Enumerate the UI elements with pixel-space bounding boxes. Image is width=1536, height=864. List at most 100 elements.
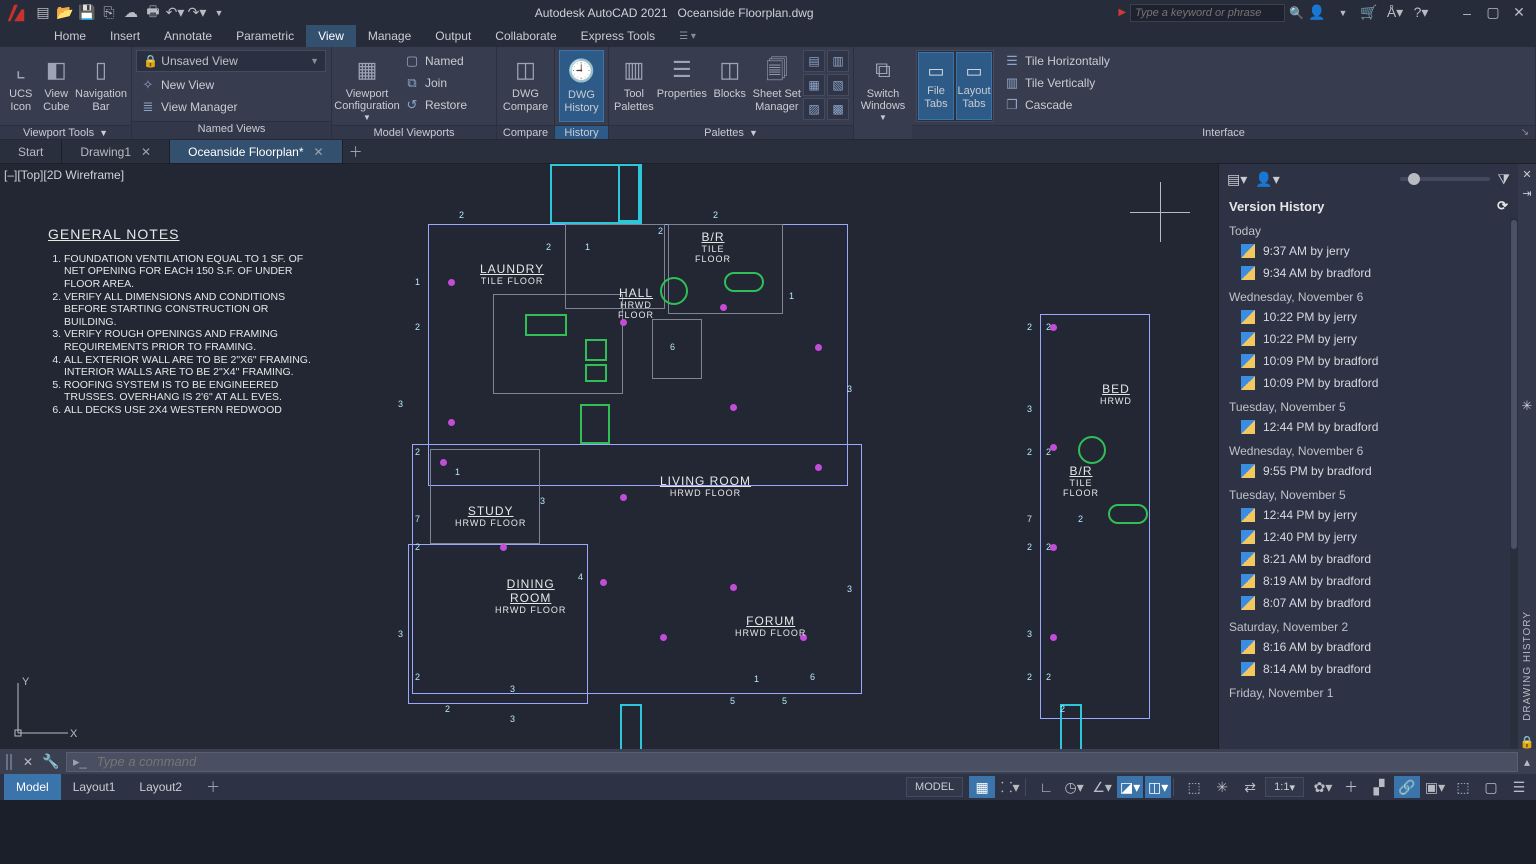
dwg-compare-button[interactable]: ◫DWG Compare <box>501 50 550 122</box>
gear-icon[interactable]: ✿▾ <box>1310 776 1336 798</box>
switch-windows-button[interactable]: ⧉Switch Windows▼ <box>858 50 908 122</box>
ucs-icon-button[interactable]: ⌞UCS Icon <box>4 50 38 122</box>
annotation-scale-button[interactable]: 1:1 ▾ <box>1265 777 1304 797</box>
zoom-slider[interactable] <box>1400 177 1490 181</box>
tile-horizontally-button[interactable]: ☰Tile Horizontally <box>1000 50 1114 72</box>
doctab-start[interactable]: Start <box>0 140 62 163</box>
clean-screen-icon[interactable]: ▢ <box>1478 776 1504 798</box>
menu-view[interactable]: View <box>306 25 356 47</box>
history-item[interactable]: 9:37 AM by jerry <box>1219 240 1510 262</box>
panel-lock-icon[interactable]: 🔒 <box>1520 735 1535 749</box>
palette-mini-5[interactable]: ▨ <box>803 98 825 120</box>
history-item[interactable]: 10:09 PM by bradford <box>1219 350 1510 372</box>
minimize-button[interactable]: – <box>1458 4 1476 22</box>
history-item[interactable]: 8:19 AM by bradford <box>1219 570 1510 592</box>
viewport-configuration-button[interactable]: ▦Viewport Configuration▼ <box>336 50 398 122</box>
navigation-bar-button[interactable]: ▯Navigation Bar <box>75 50 127 122</box>
palette-mini-2[interactable]: ▥ <box>827 50 849 72</box>
restore-button-ribbon[interactable]: ↺Restore <box>400 94 471 116</box>
search-icon[interactable]: 🔍 <box>1289 6 1304 20</box>
command-close-icon[interactable]: ✕ <box>20 755 36 769</box>
drag-handle-icon[interactable] <box>6 754 14 770</box>
lineweight-icon[interactable]: ⬚ <box>1181 776 1207 798</box>
menu-collaborate[interactable]: Collaborate <box>483 25 568 47</box>
menu-insert[interactable]: Insert <box>98 25 152 47</box>
undo-icon[interactable]: ↶▾ <box>164 2 186 24</box>
close-icon[interactable]: ✕ <box>141 145 151 159</box>
history-item[interactable]: 12:44 PM by jerry <box>1219 504 1510 526</box>
panel-vertical-tab[interactable]: DRAWING HISTORY <box>1522 611 1533 721</box>
status-tab-model[interactable]: Model <box>4 774 61 800</box>
panel-viewport-tools[interactable]: Viewport Tools ▼ <box>0 125 131 139</box>
signin-icon[interactable]: 👤 <box>1308 4 1326 22</box>
isolate-icon[interactable]: ▣▾ <box>1422 776 1448 798</box>
ortho-icon[interactable]: ∟ <box>1033 776 1059 798</box>
featured-apps-icon[interactable]: ☰ ▾ <box>673 25 702 47</box>
redo-icon[interactable]: ↷▾ <box>186 2 208 24</box>
file-tabs-toggle[interactable]: ▭File Tabs <box>918 52 954 120</box>
palette-mini-6[interactable]: ▩ <box>827 98 849 120</box>
restore-button[interactable]: ▢ <box>1484 4 1502 22</box>
command-history-dropdown-icon[interactable]: ▴ <box>1524 755 1530 769</box>
command-input[interactable] <box>95 753 1511 770</box>
panel-palettes[interactable]: Palettes ▼ <box>609 125 853 139</box>
view-manager-button[interactable]: ≣View Manager <box>136 96 327 118</box>
menu-parametric[interactable]: Parametric <box>224 25 306 47</box>
doctab-oceanside[interactable]: Oceanside Floorplan*✕ <box>170 140 342 163</box>
view-cube-button[interactable]: ◧View Cube <box>40 50 74 122</box>
sheet-set-manager-button[interactable]: 🗐Sheet Set Manager <box>753 50 801 122</box>
view-mode-icon[interactable]: ▤▾ <box>1227 171 1247 188</box>
add-scale-icon[interactable]: ＋ <box>1338 776 1364 798</box>
panel-gear-icon[interactable]: ✳ <box>1522 398 1533 414</box>
tool-palettes-button[interactable]: ▥Tool Palettes <box>613 50 655 122</box>
status-tab-add[interactable]: ＋ <box>194 774 232 800</box>
snap-icon[interactable]: ⸬▾ <box>997 776 1023 798</box>
new-view-button[interactable]: ✧New View <box>136 74 327 96</box>
open-icon[interactable]: 📂 <box>54 2 76 24</box>
help-icon[interactable]: ?▾ <box>1412 4 1430 22</box>
palette-mini-4[interactable]: ▧ <box>827 74 849 96</box>
status-tab-layout2[interactable]: Layout2 <box>127 774 194 800</box>
cascade-button[interactable]: ❐Cascade <box>1000 94 1114 116</box>
menu-express-tools[interactable]: Express Tools <box>569 25 667 47</box>
join-button[interactable]: ⧉Join <box>400 72 471 94</box>
history-item[interactable]: 9:34 AM by bradford <box>1219 262 1510 284</box>
new-tab-button[interactable]: ＋ <box>343 140 369 163</box>
annotation-monitor-icon[interactable]: 🔗 <box>1394 776 1420 798</box>
doctab-drawing1[interactable]: Drawing1✕ <box>62 140 170 163</box>
menu-output[interactable]: Output <box>423 25 483 47</box>
views-combo[interactable]: 🔒 Unsaved View▼ <box>136 50 326 72</box>
cart-icon[interactable]: 🛒 <box>1360 4 1378 22</box>
palette-mini-1[interactable]: ▤ <box>803 50 825 72</box>
isodraft-icon[interactable]: ∠▾ <box>1089 776 1115 798</box>
web-mobile-icon[interactable]: ☁ <box>120 2 142 24</box>
search-input[interactable] <box>1130 4 1285 22</box>
panel-pin-icon[interactable]: ⇥ <box>1522 187 1531 200</box>
panel-launcher-icon[interactable]: ↘ <box>1519 127 1531 138</box>
osnap-icon[interactable]: ◪▾ <box>1117 776 1143 798</box>
status-tab-layout1[interactable]: Layout1 <box>61 774 128 800</box>
history-item[interactable]: 12:44 PM by bradford <box>1219 416 1510 438</box>
history-item[interactable]: 10:09 PM by bradford <box>1219 372 1510 394</box>
menu-annotate[interactable]: Annotate <box>152 25 224 47</box>
grid-icon[interactable]: ▦ <box>969 776 995 798</box>
tile-vertically-button[interactable]: ▥Tile Vertically <box>1000 72 1114 94</box>
polar-icon[interactable]: ◷▾ <box>1061 776 1087 798</box>
layout-tabs-toggle[interactable]: ▭Layout Tabs <box>956 52 992 120</box>
saveas-icon[interactable]: ⎘ <box>98 2 120 24</box>
history-item[interactable]: 8:21 AM by bradford <box>1219 548 1510 570</box>
close-icon[interactable]: ✕ <box>314 145 324 159</box>
history-item[interactable]: 9:55 PM by bradford <box>1219 460 1510 482</box>
history-item[interactable]: 10:22 PM by jerry <box>1219 306 1510 328</box>
otrack-icon[interactable]: ◫▾ <box>1145 776 1171 798</box>
menu-home[interactable]: Home <box>42 25 98 47</box>
dwg-history-button[interactable]: 🕘DWG History <box>559 50 604 122</box>
drawing-canvas[interactable]: [–][Top][2D Wireframe] GENERAL NOTES FOU… <box>0 164 1218 749</box>
plot-icon[interactable]: 🖶 <box>142 2 164 24</box>
user-filter-icon[interactable]: 👤▾ <box>1255 171 1279 188</box>
signin-dropdown-icon[interactable]: ▼ <box>1334 4 1352 22</box>
modelspace-button[interactable]: MODEL <box>906 777 963 797</box>
command-customize-icon[interactable]: 🔧 <box>42 753 60 770</box>
history-scrollbar[interactable] <box>1510 218 1518 749</box>
properties-button[interactable]: ☰Properties <box>657 50 707 122</box>
